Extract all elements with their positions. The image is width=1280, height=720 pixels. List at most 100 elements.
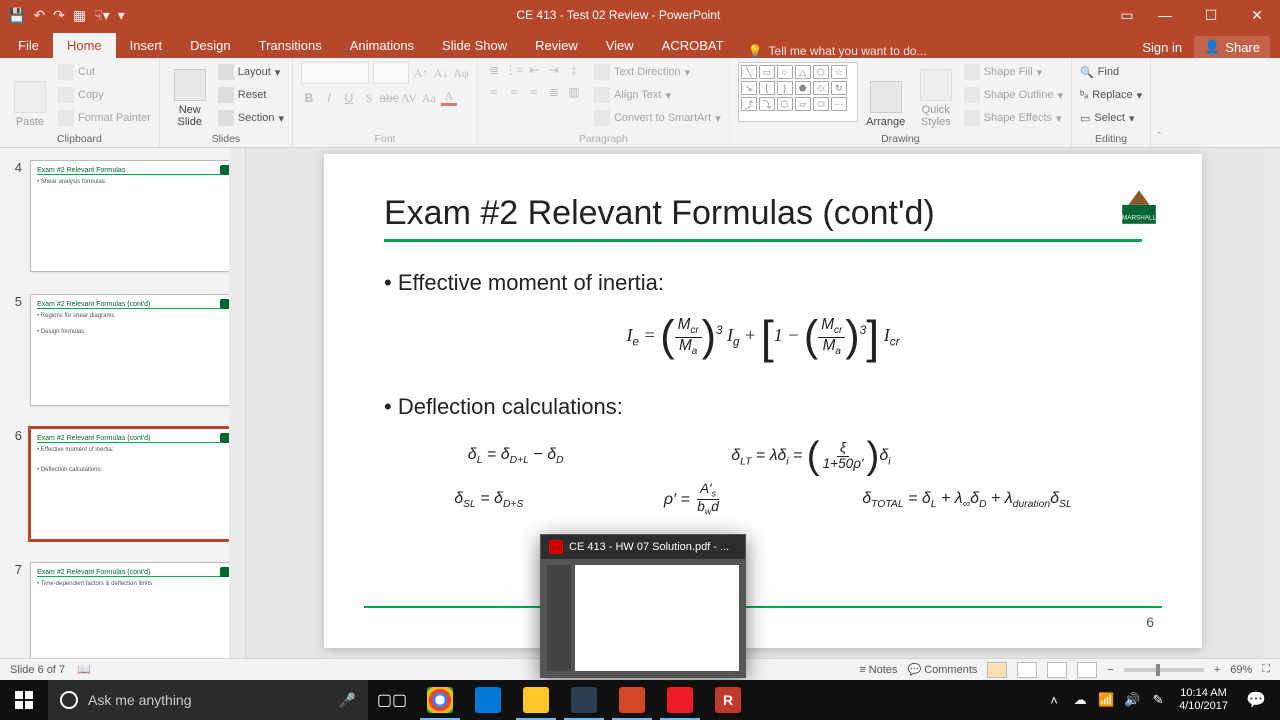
start-button[interactable]	[0, 680, 48, 720]
cut-button[interactable]: Cut	[58, 62, 151, 82]
taskbar-app[interactable]	[560, 680, 608, 720]
indent-dec-icon[interactable]: ⇤	[526, 62, 542, 78]
action-center-button[interactable]: 💬	[1236, 690, 1276, 710]
touch-mode-icon[interactable]: ☟▾	[94, 7, 110, 24]
arrange-button[interactable]: Arrange	[864, 62, 908, 128]
copy-button[interactable]: Copy	[58, 85, 151, 105]
shadow-button[interactable]: S	[361, 90, 377, 106]
format-painter-button[interactable]: Format Painter	[58, 108, 151, 128]
quick-styles-button[interactable]: Quick Styles	[914, 62, 958, 128]
new-slide-button[interactable]: New Slide	[168, 62, 212, 128]
task-view-button[interactable]: ▢▢	[368, 680, 416, 720]
case-button[interactable]: Aa	[421, 90, 437, 106]
thumbnail-4[interactable]: 4 Exam #2 Relevant Formulas• Shear analy…	[0, 154, 245, 288]
reading-view-button[interactable]	[1047, 662, 1067, 678]
columns-icon[interactable]: ▥	[566, 84, 582, 100]
tab-slideshow[interactable]: Slide Show	[428, 33, 521, 58]
italic-button[interactable]: I	[321, 90, 337, 106]
tab-design[interactable]: Design	[176, 33, 244, 58]
save-icon[interactable]: 💾	[8, 7, 25, 24]
paste-button[interactable]: Paste	[8, 62, 52, 128]
tray-network-icon[interactable]: 📶	[1093, 692, 1119, 708]
layout-button[interactable]: Layout ▾	[218, 62, 284, 82]
comments-button[interactable]: 💬 Comments	[907, 663, 977, 676]
align-right-icon[interactable]: ≡	[526, 84, 542, 100]
shape-outline-button[interactable]: Shape Outline ▾	[964, 85, 1063, 105]
find-button[interactable]: 🔍Find	[1080, 62, 1142, 82]
cortana-search[interactable]: Ask me anything 🎤	[48, 680, 368, 720]
tab-animations[interactable]: Animations	[336, 33, 428, 58]
fit-to-window-button[interactable]: ⛶	[1262, 663, 1270, 676]
zoom-value[interactable]: 69%	[1230, 664, 1252, 676]
qat-more-icon[interactable]: ▾	[118, 7, 125, 24]
taskbar-explorer[interactable]	[512, 680, 560, 720]
align-center-icon[interactable]: ≡	[506, 84, 522, 100]
strike-button[interactable]: abc	[381, 90, 397, 106]
shapes-gallery[interactable]: ╲▭○△⬠☆ ↘{}⬟◇↻ ⤴⤵⬡▱⬭⋯	[738, 62, 858, 122]
line-spacing-icon[interactable]: ‡	[566, 62, 582, 78]
smartart-button[interactable]: Convert to SmartArt ▾	[594, 108, 721, 128]
thumbnail-scrollbar[interactable]	[229, 148, 245, 680]
collapse-ribbon-icon[interactable]: ˆ	[1151, 58, 1167, 147]
reset-button[interactable]: Reset	[218, 85, 284, 105]
increase-font-icon[interactable]: A↑	[413, 65, 429, 81]
taskbar-chrome[interactable]	[416, 680, 464, 720]
justify-icon[interactable]: ≣	[546, 84, 562, 100]
spellcheck-icon[interactable]: 📖	[77, 663, 91, 676]
sorter-view-button[interactable]	[1017, 662, 1037, 678]
tab-home[interactable]: Home	[53, 33, 116, 58]
align-left-icon[interactable]: ≡	[486, 84, 502, 100]
notes-button[interactable]: ≡ Notes	[859, 664, 897, 676]
normal-view-button[interactable]	[987, 662, 1007, 678]
bold-button[interactable]: B	[301, 90, 317, 106]
signin-link[interactable]: Sign in	[1142, 40, 1182, 55]
taskbar-preview[interactable]: CE 413 - HW 07 Solution.pdf - ...	[540, 534, 746, 678]
tab-acrobat[interactable]: ACROBAT	[648, 33, 738, 58]
taskbar-edge[interactable]	[464, 680, 512, 720]
taskbar-clock[interactable]: 10:14 AM 4/10/2017	[1171, 687, 1236, 713]
text-direction-button[interactable]: Text Direction ▾	[594, 62, 721, 82]
indent-inc-icon[interactable]: ⇥	[546, 62, 562, 78]
zoom-slider[interactable]	[1124, 668, 1204, 672]
numbering-icon[interactable]: ⋮≡	[506, 62, 522, 78]
spacing-button[interactable]: AV	[401, 90, 417, 106]
replace-button[interactable]: ᵇₐReplace ▾	[1080, 85, 1142, 105]
zoom-out-button[interactable]: −	[1107, 664, 1113, 676]
taskbar-acrobat[interactable]	[656, 680, 704, 720]
maximize-button[interactable]: ☐	[1188, 0, 1234, 30]
close-button[interactable]: ✕	[1234, 0, 1280, 30]
canvas-scrollbar[interactable]	[1264, 148, 1280, 680]
tab-file[interactable]: File	[4, 33, 53, 58]
font-family-dropdown[interactable]	[301, 62, 369, 84]
tray-chevron-icon[interactable]: ˄	[1041, 693, 1067, 708]
slideshow-view-button[interactable]	[1077, 662, 1097, 678]
tab-insert[interactable]: Insert	[116, 33, 177, 58]
tray-pen-icon[interactable]: ✎	[1145, 692, 1171, 708]
taskbar-powerpoint[interactable]	[608, 680, 656, 720]
decrease-font-icon[interactable]: A↓	[433, 65, 449, 81]
underline-button[interactable]: U	[341, 90, 357, 106]
section-button[interactable]: Section ▾	[218, 108, 284, 128]
zoom-in-button[interactable]: +	[1214, 664, 1220, 676]
share-button[interactable]: 👤 Share	[1194, 36, 1270, 58]
slide-counter[interactable]: Slide 6 of 7	[10, 664, 65, 676]
tab-view[interactable]: View	[592, 33, 648, 58]
thumbnail-6[interactable]: 6 Exam #2 Relevant Formulas (cont'd)• Ef…	[0, 422, 245, 556]
start-from-beginning-icon[interactable]: ▦	[73, 7, 86, 24]
minimize-button[interactable]: —	[1142, 0, 1188, 30]
select-button[interactable]: ▭Select ▾	[1080, 108, 1142, 128]
tell-me-search[interactable]: 💡 Tell me what you want to do...	[738, 44, 927, 58]
ribbon-options-icon[interactable]: ▭	[1112, 0, 1142, 30]
align-text-button[interactable]: Align Text ▾	[594, 85, 721, 105]
bullets-icon[interactable]: ≣	[486, 62, 502, 78]
font-size-dropdown[interactable]	[373, 62, 409, 84]
tray-volume-icon[interactable]: 🔊	[1119, 692, 1145, 708]
redo-icon[interactable]: ↷	[53, 7, 65, 24]
mic-icon[interactable]: 🎤	[339, 692, 356, 709]
slide-page[interactable]: MARSHALL Exam #2 Relevant Formulas (cont…	[324, 154, 1202, 648]
tab-transitions[interactable]: Transitions	[245, 33, 336, 58]
taskbar-risa[interactable]: R	[704, 680, 752, 720]
tab-review[interactable]: Review	[521, 33, 592, 58]
shape-fill-button[interactable]: Shape Fill ▾	[964, 62, 1063, 82]
tray-onedrive-icon[interactable]: ☁	[1067, 692, 1093, 708]
